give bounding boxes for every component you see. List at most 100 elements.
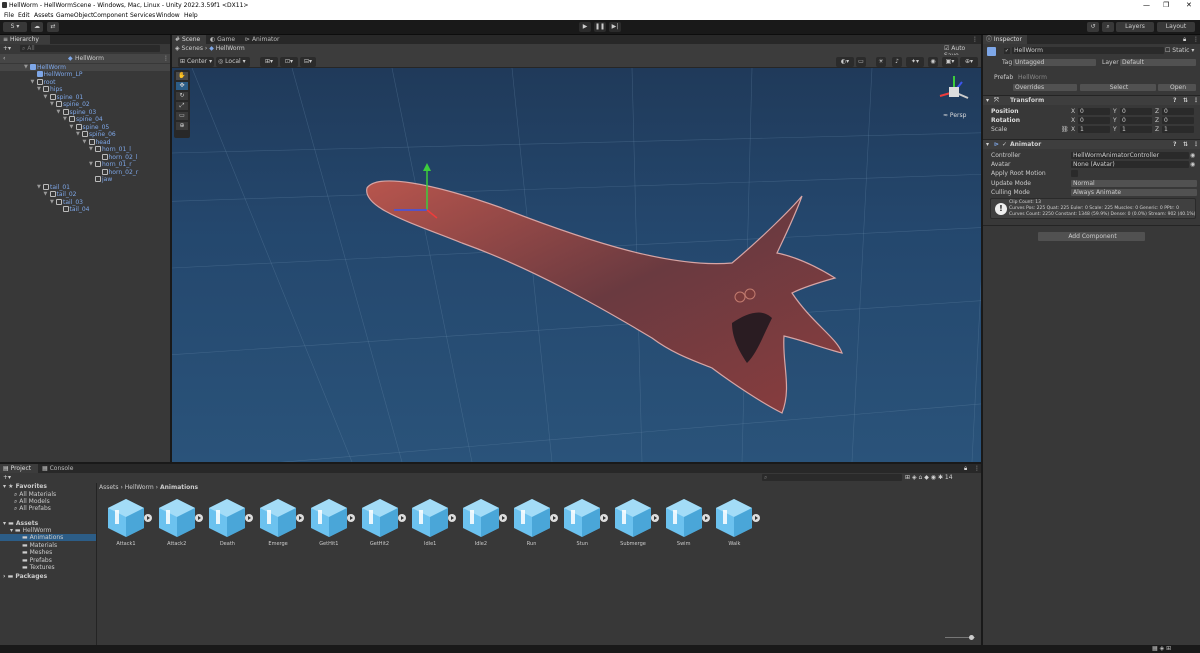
axis-label[interactable]: Y: [1113, 117, 1117, 124]
hierarchy-item[interactable]: HellWorm_LP: [36, 71, 82, 78]
pause-button[interactable]: ❚❚: [594, 22, 606, 32]
prefab-select-button[interactable]: Select: [1080, 84, 1156, 91]
hierarchy-search-input[interactable]: ⌕ All: [20, 45, 160, 52]
more-icon[interactable]: ⋮: [972, 36, 978, 43]
effects-icon[interactable]: ✦▾: [906, 57, 924, 67]
object-picker-icon[interactable]: ◉: [1190, 161, 1195, 168]
project-add-button[interactable]: +▾: [3, 474, 11, 481]
axis-label[interactable]: Y: [1113, 108, 1117, 115]
hidden-objects-icon[interactable]: ◉: [928, 57, 938, 67]
axis-label[interactable]: Z: [1155, 117, 1159, 124]
menu-services[interactable]: Services: [130, 12, 155, 19]
scale-field[interactable]: 1: [1078, 126, 1110, 133]
axis-label[interactable]: Y: [1113, 126, 1117, 133]
hierarchy-item[interactable]: ▼ hips: [37, 86, 62, 93]
menu-edit[interactable]: Edit: [18, 12, 30, 19]
animation-clip-asset[interactable]: Stun: [562, 497, 612, 552]
help-icon[interactable]: ?: [1173, 96, 1176, 106]
folder-materials[interactable]: ▬ Materials: [22, 542, 57, 549]
hellworm-folder[interactable]: ▾ ▬ HellWorm: [10, 527, 52, 534]
visibility-icon[interactable]: ◉: [931, 474, 936, 481]
animation-clip-asset[interactable]: Idle2: [461, 497, 511, 552]
hierarchy-item[interactable]: ▼ spine_06: [76, 131, 116, 138]
play-preview-icon[interactable]: [144, 514, 152, 522]
play-preview-icon[interactable]: [194, 514, 203, 522]
maximize-button[interactable]: ❐: [1163, 1, 1169, 9]
hierarchy-scene-header[interactable]: ‹ ◆ HellWorm ⋮: [0, 54, 170, 63]
foldout-arrow-icon[interactable]: ▼: [24, 64, 28, 70]
gizmos-icon[interactable]: ⊕▾: [960, 57, 978, 67]
tag-icon[interactable]: ⌂: [919, 474, 923, 481]
position-field[interactable]: 0: [1120, 108, 1152, 115]
play-preview-icon[interactable]: [397, 514, 406, 522]
tab-project[interactable]: ▤ Project: [0, 464, 38, 473]
help-icon[interactable]: ?: [1173, 140, 1176, 150]
play-button[interactable]: ▶: [579, 22, 591, 32]
play-preview-icon[interactable]: [600, 514, 609, 522]
hierarchy-item[interactable]: ▼ head: [83, 139, 110, 146]
space-dropdown[interactable]: ◎ Local ▾: [216, 57, 250, 67]
foldout-arrow-icon[interactable]: ▼: [70, 124, 74, 130]
foldout-arrow-icon[interactable]: ▼: [50, 101, 54, 107]
animation-clip-asset[interactable]: Idle1: [410, 497, 460, 552]
axis-label[interactable]: Z: [1155, 108, 1159, 115]
foldout-arrow-icon[interactable]: ▼: [50, 199, 54, 205]
tab-animator[interactable]: ⊳ Animator: [242, 35, 284, 44]
rotation-field[interactable]: 0: [1078, 117, 1110, 124]
hidden-count-icon[interactable]: ✱: [938, 474, 943, 481]
add-component-button[interactable]: Add Component: [1038, 232, 1145, 241]
tab-hierarchy[interactable]: ≡ Hierarchy: [0, 35, 50, 44]
project-search-input[interactable]: ⌕: [762, 474, 902, 481]
foldout-arrow-icon[interactable]: ▼: [57, 109, 61, 115]
assets-folder[interactable]: ▾ ▬ Assets: [3, 520, 38, 527]
animation-clip-asset[interactable]: Submerge: [613, 497, 663, 552]
menu-help[interactable]: Help: [184, 12, 198, 19]
transform-header[interactable]: ▾ ⤧ Transform ? ⇅ ⋮: [983, 95, 1200, 105]
hierarchy-item[interactable]: ▼ HellWorm: [24, 64, 66, 71]
axis-label[interactable]: Z: [1155, 126, 1159, 133]
foldout-arrow-icon[interactable]: ▼: [89, 161, 93, 167]
hierarchy-item[interactable]: ▼ root: [31, 79, 56, 86]
persp-label[interactable]: ≈ Persp: [943, 112, 966, 119]
lock-icon[interactable]: 🔒︎: [964, 465, 967, 473]
animation-clip-asset[interactable]: Emerge: [258, 497, 308, 552]
animator-enabled-checkbox[interactable]: ✓: [1002, 140, 1007, 150]
play-preview-icon[interactable]: [651, 514, 659, 522]
transform-tool-icon[interactable]: ⊕: [176, 122, 188, 130]
hierarchy-item[interactable]: ▼ spine_02: [50, 101, 90, 108]
filter-type-icon[interactable]: ⊞: [905, 474, 910, 481]
rotation-field[interactable]: 0: [1120, 117, 1152, 124]
menu-file[interactable]: File: [4, 12, 14, 19]
play-preview-icon[interactable]: [346, 514, 355, 522]
position-field[interactable]: 0: [1078, 108, 1110, 115]
rect-tool-icon[interactable]: ▭: [176, 112, 188, 120]
hierarchy-item[interactable]: ▼ tail_01: [37, 184, 70, 191]
filter-label-icon[interactable]: ◈: [912, 474, 917, 481]
update-mode-dropdown[interactable]: Normal: [1071, 180, 1197, 187]
view-tool-icon[interactable]: ✋: [176, 72, 188, 80]
lighting-icon[interactable]: ☀: [876, 57, 886, 67]
play-preview-icon[interactable]: [296, 514, 305, 522]
favorite-all-prefabs[interactable]: ⌕ All Prefabs: [14, 505, 51, 513]
scale-link-icon[interactable]: ⛓: [1061, 126, 1069, 133]
minimize-button[interactable]: —: [1143, 1, 1150, 9]
animation-clip-asset[interactable]: Death: [207, 497, 257, 552]
grid-snap-icon[interactable]: ⊞▾: [260, 57, 278, 67]
hierarchy-item[interactable]: tail_04: [62, 206, 90, 213]
lock-icon[interactable]: 🔒︎: [1183, 36, 1186, 44]
active-checkbox[interactable]: ✓: [1004, 48, 1010, 54]
foldout-arrow-icon[interactable]: ▼: [63, 116, 67, 122]
asset-size-slider[interactable]: [945, 635, 975, 640]
play-preview-icon[interactable]: [752, 514, 761, 522]
foldout-arrow-icon[interactable]: ▼: [31, 79, 35, 85]
packages-folder[interactable]: › ▬ Packages: [3, 573, 47, 580]
favorites-header[interactable]: ▾ ★ Favorites: [3, 483, 47, 490]
step-button[interactable]: ▶|: [609, 22, 621, 32]
tab-scene[interactable]: # Scene: [172, 35, 206, 44]
foldout-arrow-icon[interactable]: ▼: [37, 184, 41, 190]
hierarchy-item[interactable]: ▼ spine_03: [57, 109, 96, 116]
increment-snap-icon[interactable]: ⊡▾: [280, 57, 298, 67]
pivot-dropdown[interactable]: ⊞ Center ▾: [178, 57, 214, 67]
menu-gameobject[interactable]: GameObject: [56, 12, 93, 19]
breadcrumb-root[interactable]: Scenes: [182, 45, 203, 52]
